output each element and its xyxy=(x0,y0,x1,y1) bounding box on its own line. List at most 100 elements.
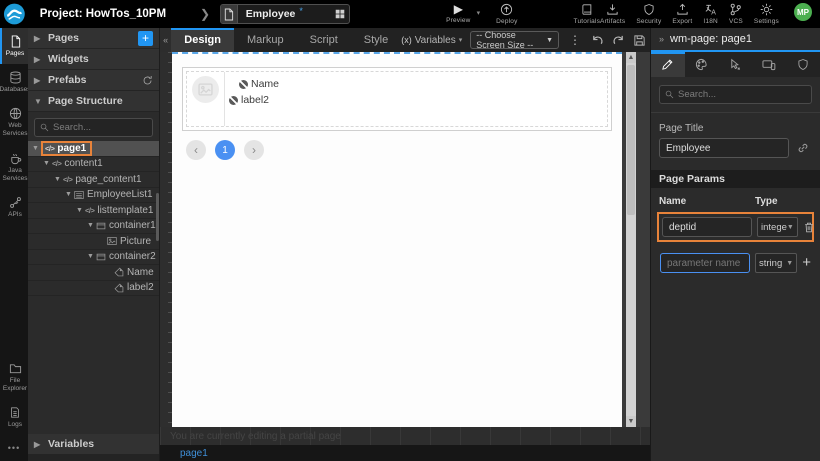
param-row-new: string ▼ + xyxy=(657,250,814,276)
section-page-structure[interactable]: ▼ Page Structure xyxy=(28,91,159,112)
pagination-next-button[interactable]: › xyxy=(244,140,264,160)
structure-search-input[interactable] xyxy=(53,122,147,133)
artifacts-button[interactable]: Artifacts xyxy=(600,3,625,25)
chevron-down-icon[interactable]: ▼ xyxy=(54,176,63,183)
chevron-down-icon[interactable]: ▼ xyxy=(32,145,41,152)
tree-item-page1[interactable]: ▼ </> page1 xyxy=(28,141,159,157)
add-param-button[interactable]: + xyxy=(802,257,811,269)
tree-item-container2[interactable]: ▼ container2 xyxy=(28,250,159,266)
vcs-button[interactable]: VCS xyxy=(729,3,743,25)
editor-toolbar: « Design Markup Script Style (x) Variabl… xyxy=(160,28,650,52)
redo-button[interactable] xyxy=(612,34,625,47)
page-title-row xyxy=(659,138,812,158)
canvas-scrollbar[interactable]: ▲ ▼ xyxy=(626,52,636,427)
settings-button[interactable]: Settings xyxy=(754,3,779,25)
tab-properties[interactable] xyxy=(651,52,685,77)
preview-button[interactable]: ▶ Preview xyxy=(446,3,471,24)
tree-item-page-content1[interactable]: ▼ </> page_content1 xyxy=(28,172,159,188)
tree-item-listtemplate1[interactable]: ▼ </> listtemplate1 xyxy=(28,203,159,219)
more-options-icon[interactable]: ⋮ xyxy=(567,33,583,47)
scroll-up-icon[interactable]: ▲ xyxy=(626,52,636,63)
bottom-tab-page1[interactable]: page1 xyxy=(160,448,208,459)
screen-size-select[interactable]: -- Choose Screen Size -- ▼ xyxy=(470,31,559,49)
rail-item-web-services[interactable]: Web Services xyxy=(0,100,28,144)
binding-icon xyxy=(239,80,248,89)
tab-events[interactable] xyxy=(719,52,753,77)
label2-widget[interactable]: label2 xyxy=(225,92,607,108)
save-button[interactable] xyxy=(633,34,646,47)
cursor-events-icon xyxy=(729,58,742,71)
collapse-right-panel-button[interactable]: » xyxy=(659,34,664,44)
rail-item-java-services[interactable]: Java Services xyxy=(0,145,28,189)
tree-item-name[interactable]: Name xyxy=(28,265,159,281)
selected-widget-title: wm-page: page1 xyxy=(670,33,752,45)
tree-item-content1[interactable]: ▼ </> content1 xyxy=(28,157,159,173)
bind-link-icon[interactable] xyxy=(797,142,809,154)
new-param-type-select[interactable]: string ▼ xyxy=(755,253,797,273)
deploy-button[interactable]: Deploy xyxy=(496,3,517,25)
param-type-select[interactable]: intege ▼ xyxy=(757,217,798,237)
properties-search-input[interactable] xyxy=(678,89,806,100)
security-button[interactable]: Security xyxy=(636,3,661,25)
picture-cell[interactable] xyxy=(187,72,225,126)
section-pages[interactable]: ▶ Pages + xyxy=(28,28,159,49)
code-icon: </> xyxy=(63,175,72,184)
canvas-page[interactable]: Name label2 ‹ 1 › xyxy=(172,52,622,427)
scrollbar-thumb[interactable] xyxy=(627,65,635,215)
wavemaker-logo[interactable] xyxy=(3,2,26,26)
rail-item-databases[interactable]: Databases xyxy=(0,64,28,100)
pagination-prev-button[interactable]: ‹ xyxy=(186,140,206,160)
tab-devices[interactable] xyxy=(752,52,786,77)
chevron-down-icon[interactable]: ▼ xyxy=(76,207,85,214)
rail-overflow-menu[interactable]: ••• xyxy=(0,435,28,461)
variables-dropdown[interactable]: (x) Variables ▾ xyxy=(401,35,462,46)
image-placeholder[interactable] xyxy=(192,76,219,103)
tree-item-picture[interactable]: Picture xyxy=(28,234,159,250)
undo-button[interactable] xyxy=(591,34,604,47)
list-template-item[interactable]: Name label2 xyxy=(186,71,608,127)
tab-style[interactable]: Style xyxy=(351,28,401,52)
tree-item-employeelist1[interactable]: ▼ EmployeeList1 xyxy=(28,188,159,204)
collapse-left-panel-button[interactable]: « xyxy=(160,28,171,52)
design-canvas: Name label2 ‹ 1 › ▲ xyxy=(160,52,650,427)
rail-item-pages[interactable]: Pages xyxy=(0,28,28,64)
scroll-down-icon[interactable]: ▼ xyxy=(626,416,636,427)
param-name-input[interactable] xyxy=(662,217,752,237)
rail-item-apis[interactable]: APIs xyxy=(0,189,28,225)
left-panel-scrollbar[interactable] xyxy=(156,193,159,241)
chevron-down-icon[interactable]: ▾ xyxy=(477,9,481,17)
page-icon xyxy=(221,4,238,24)
section-variables[interactable]: ▶ Variables xyxy=(28,434,159,455)
pagination-page-1[interactable]: 1 xyxy=(215,140,235,160)
section-prefabs[interactable]: ▶ Prefabs xyxy=(28,70,159,91)
tab-design[interactable]: Design xyxy=(171,28,234,52)
delete-param-button[interactable] xyxy=(803,221,815,234)
employee-list-widget[interactable]: Name label2 xyxy=(182,67,612,131)
rail-item-file-explorer[interactable]: File Explorer xyxy=(0,355,28,399)
tutorials-button[interactable]: Tutorials xyxy=(574,3,600,25)
i18n-button[interactable]: A I18N xyxy=(703,3,718,25)
page-grid-icon[interactable] xyxy=(331,4,349,24)
tab-styles[interactable] xyxy=(685,52,719,77)
container-icon xyxy=(96,221,106,231)
name-label-widget[interactable]: Name xyxy=(225,76,607,92)
tree-item-label2[interactable]: label2 xyxy=(28,281,159,297)
tree-item-container1[interactable]: ▼ container1 xyxy=(28,219,159,235)
chevron-down-icon[interactable]: ▼ xyxy=(87,253,96,260)
user-avatar[interactable]: MP xyxy=(794,3,812,21)
page-selector-dropdown[interactable]: Employee * xyxy=(220,4,350,24)
new-param-name-input[interactable] xyxy=(660,253,750,273)
tab-script[interactable]: Script xyxy=(297,28,351,52)
chevron-down-icon[interactable]: ▼ xyxy=(65,191,74,198)
chevron-down-icon: ▼ xyxy=(34,97,42,106)
tab-markup[interactable]: Markup xyxy=(234,28,297,52)
add-page-button[interactable]: + xyxy=(138,31,153,46)
chevron-down-icon[interactable]: ▼ xyxy=(43,160,52,167)
tab-security[interactable] xyxy=(786,52,820,77)
page-title-input[interactable] xyxy=(659,138,789,158)
rail-item-logs[interactable]: Logs xyxy=(0,399,28,435)
chevron-down-icon[interactable]: ▼ xyxy=(87,222,96,229)
section-widgets[interactable]: ▶ Widgets xyxy=(28,49,159,70)
export-button[interactable]: Export xyxy=(672,3,692,25)
refresh-icon[interactable] xyxy=(142,75,153,86)
